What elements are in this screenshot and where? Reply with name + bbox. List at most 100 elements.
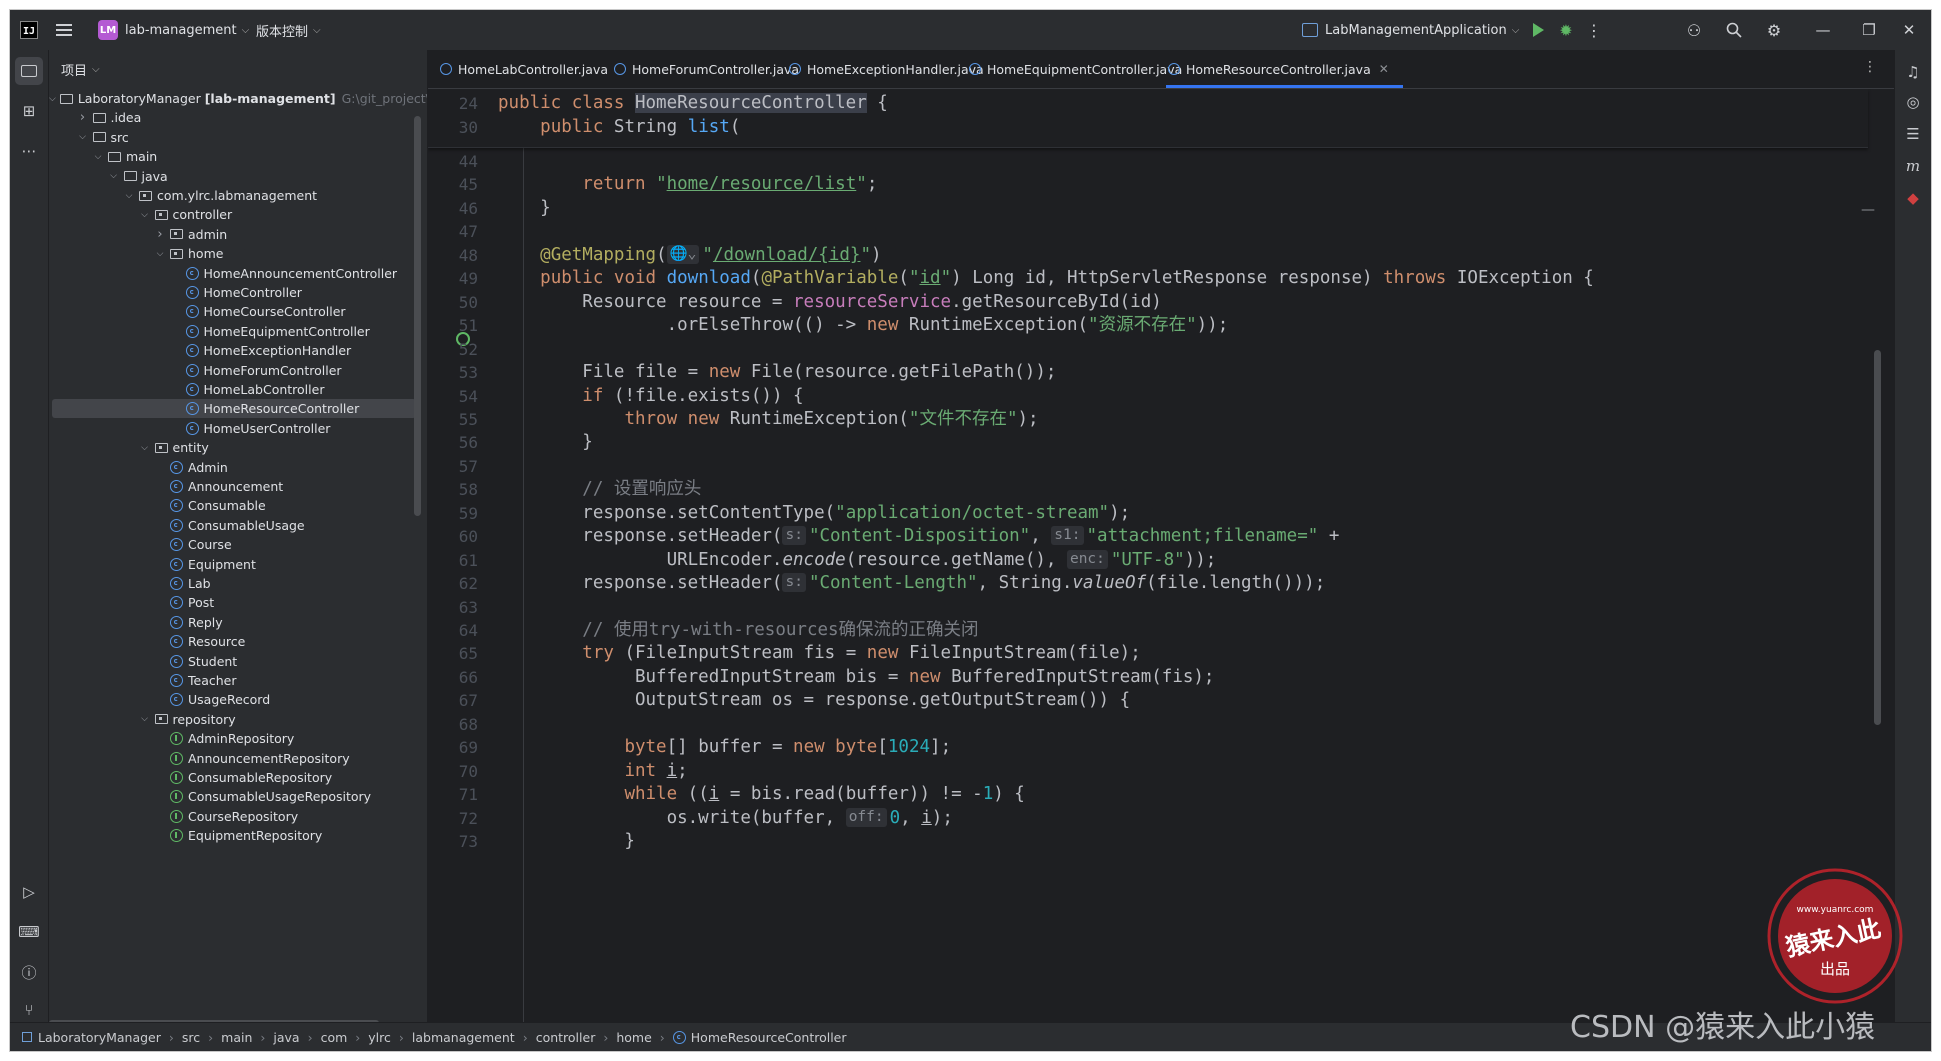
editor-tab[interactable]: HomeLabController.java [440,50,608,88]
tree-item[interactable]: ⌵ controller [49,205,425,224]
tree-item[interactable]: Equipment [49,555,425,574]
chevron-down-icon[interactable]: ⌵ [154,249,166,259]
breadcrumb-item[interactable]: main [221,1030,252,1045]
more-tabs-button[interactable]: ⋮ [1863,59,1877,75]
tree-item[interactable]: EquipmentRepository [49,826,425,845]
tree-item[interactable]: Reply [49,613,425,632]
run-button[interactable] [1524,10,1552,50]
tree-item[interactable]: ⌵ com.ylrc.labmanagement [49,186,425,205]
breadcrumb-item[interactable]: ylrc [368,1030,391,1045]
vcs-menu[interactable]: 版本控制 ⌵ [256,10,321,50]
breadcrumb-item[interactable]: HomeResourceController [691,1030,847,1045]
breadcrumb-item[interactable]: home [616,1030,651,1045]
line-number[interactable]: 30 [428,113,478,142]
breadcrumb-item[interactable]: labmanagement [412,1030,515,1045]
tree-item[interactable]: UsageRecord [49,690,425,709]
tree-item[interactable]: Announcement [49,477,425,496]
tree-item[interactable]: Post [49,593,425,612]
tree-item[interactable]: HomeCourseController [49,302,425,321]
tree-item[interactable]: Consumable [49,496,425,515]
tree-item[interactable]: › .idea [49,108,425,127]
tree-item[interactable]: ⌵ LaboratoryManager [lab-management] G:\git… [49,89,427,108]
debug-button[interactable]: ✹ [1552,10,1580,50]
editor-tab[interactable]: HomeResourceController.java ✕ [1166,50,1403,88]
more-tools-button[interactable]: ⋯ [15,137,43,165]
close-window-button[interactable]: ✕ [1886,10,1931,50]
chevron-down-icon[interactable]: ⌵ [108,171,120,181]
editor-tab[interactable]: HomeForumController.java [614,50,799,88]
project-switcher[interactable]: LM lab-management ⌵ [98,10,249,50]
line-number[interactable]: 73 [428,827,478,856]
tree-item[interactable]: ConsumableUsage [49,516,425,535]
database-button[interactable]: ☰ [1899,120,1927,148]
tree-item[interactable]: HomeLabController [49,380,425,399]
code-editor[interactable]: 24 public class HomeResourceController {3… [428,89,1895,1022]
tree-item[interactable]: Teacher [49,671,425,690]
tree-item[interactable]: Course [49,535,425,554]
tree-item[interactable]: Resource [49,632,425,651]
chevron-down-icon[interactable]: ⌵ [49,94,56,104]
editor-scrollbar[interactable] [1874,350,1881,725]
chevron-down-icon[interactable]: ⌵ [139,443,151,453]
tree-item[interactable]: Admin [49,458,425,477]
tree-item[interactable]: HomeAnnouncementController [49,264,425,283]
fold-marker[interactable]: — [1861,202,1875,218]
sticky-lines-header[interactable]: 24 public class HomeResourceController {3… [428,89,1868,148]
tree-item[interactable]: ⌵ home [49,244,425,263]
tree-item[interactable]: ⌵ entity [49,438,425,457]
terminal-tool-button[interactable]: ⌨ [15,918,43,946]
chevron-down-icon[interactable]: ⌵ [139,714,151,724]
tree-item[interactable]: HomeController [49,283,425,302]
tree-item[interactable]: Lab [49,574,425,593]
add-user-button[interactable]: ⚇ [1680,10,1708,50]
close-tab-icon[interactable]: ✕ [1379,62,1389,76]
minimize-button[interactable]: — [1800,10,1846,50]
breadcrumb-item[interactable]: com [321,1030,348,1045]
tree-item[interactable]: HomeExceptionHandler [49,341,425,360]
tree-item[interactable]: ⌵ main [49,147,425,166]
problems-tool-button[interactable]: ⓘ [15,958,43,986]
notifications-button[interactable]: ♫ [1899,58,1927,86]
intellij-logo[interactable]: IJ [20,10,38,50]
chevron-right-icon[interactable]: › [77,110,89,125]
project-tool-button[interactable] [15,57,43,85]
tree-item[interactable]: AdminRepository [49,729,425,748]
main-menu-button[interactable] [50,10,78,50]
chevron-down-icon[interactable]: ⌵ [123,191,135,201]
tree-item[interactable]: ConsumableRepository [49,768,425,787]
breadcrumb-item[interactable]: java [273,1030,299,1045]
chevron-right-icon[interactable]: › [154,227,166,242]
tree-item[interactable]: ConsumableUsageRepository [49,787,425,806]
breadcrumb-item[interactable]: controller [536,1030,596,1045]
ai-assistant-button[interactable]: ◎ [1899,88,1927,116]
vertical-scrollbar[interactable] [414,116,421,516]
maven-button[interactable]: m [1899,152,1927,180]
tree-item[interactable]: HomeEquipmentController [49,322,425,341]
editor-tab[interactable]: HomeExceptionHandler.java [789,50,984,88]
git-tool-button[interactable]: ⑂ [15,996,43,1024]
chevron-down-icon[interactable]: ⌵ [92,152,104,162]
run-config-selector[interactable]: LabManagementApplication ⌵ [1302,10,1519,50]
breadcrumb-item[interactable]: src [182,1030,200,1045]
search-everywhere-button[interactable] [1720,10,1748,50]
editor-tab[interactable]: HomeEquipmentController.java [969,50,1182,88]
tree-item[interactable]: AnnouncementRepository [49,749,425,768]
chevron-down-icon[interactable]: ⌵ [139,210,151,220]
tree-item[interactable]: CourseRepository [49,807,425,826]
breadcrumb-item[interactable]: LaboratoryManager [38,1030,161,1045]
more-actions-button[interactable]: ⋮ [1580,10,1608,50]
tree-item[interactable]: ⌵ repository [49,710,425,729]
plugin-button[interactable]: ◆ [1899,184,1927,212]
code-line[interactable]: 73 } [428,827,1868,856]
tree-item[interactable]: ⌵ java [49,167,425,186]
structure-tool-button[interactable]: ⊞ [15,97,43,125]
tree-item[interactable]: HomeUserController [49,419,425,438]
code-line[interactable]: 30 public String list( [428,113,1868,142]
services-tool-button[interactable]: ▷ [15,878,43,906]
settings-button[interactable]: ⚙ [1760,10,1788,50]
tree-item[interactable]: ⌵ src [49,128,425,147]
tree-item[interactable]: HomeResourceController [52,399,416,419]
tree-item[interactable]: Student [49,652,425,671]
tree-item[interactable]: HomeForumController [49,361,425,380]
chevron-down-icon[interactable]: ⌵ [77,132,89,142]
